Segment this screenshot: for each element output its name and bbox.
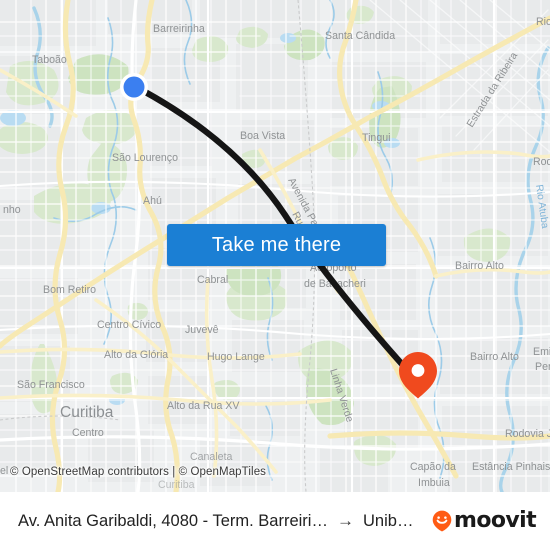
- svg-text:Alto da Rua XV: Alto da Rua XV: [167, 400, 240, 412]
- moovit-logo[interactable]: moovit: [432, 510, 540, 532]
- svg-text:Centro: Centro: [72, 427, 104, 439]
- svg-text:Imbuia: Imbuia: [418, 477, 450, 489]
- svg-text:Taboão: Taboão: [32, 54, 67, 66]
- svg-text:São Francisco: São Francisco: [17, 379, 85, 391]
- svg-text:Juvevê: Juvevê: [185, 324, 219, 336]
- trip-summary[interactable]: Av. Anita Garibaldi, 4080 - Term. Barrei…: [18, 511, 424, 531]
- svg-text:Cabral: Cabral: [197, 274, 228, 286]
- svg-text:Estância Pinhais: Estância Pinhais: [472, 461, 550, 473]
- arrow-right-icon: →: [337, 511, 354, 530]
- svg-text:Bairro Alto: Bairro Alto: [455, 260, 504, 272]
- svg-text:Hugo Lange: Hugo Lange: [207, 351, 265, 363]
- origin-marker: [120, 73, 148, 101]
- svg-text:Santa Cândida: Santa Cândida: [325, 30, 395, 42]
- svg-text:São Lourenço: São Lourenço: [112, 152, 178, 164]
- svg-text:nho: nho: [3, 204, 21, 216]
- svg-text:Peri: Peri: [535, 361, 550, 373]
- svg-text:Canaleta: Canaleta: [190, 451, 233, 463]
- take-me-there-button[interactable]: Take me there: [167, 224, 386, 266]
- svg-text:Rio Verde: Rio Verde: [536, 16, 550, 28]
- svg-text:Rodovia J: Rodovia J: [505, 428, 550, 440]
- svg-text:Alto da Glória: Alto da Glória: [104, 349, 168, 361]
- svg-text:Capão da: Capão da: [410, 461, 456, 473]
- map-attribution: © OpenStreetMap contributors | © OpenMap…: [10, 466, 267, 478]
- svg-text:Bairro Alto: Bairro Alto: [470, 351, 519, 363]
- svg-text:Barreirinha: Barreirinha: [153, 23, 205, 35]
- moovit-map-screen: .bg { fill:#eef0f1; } .block { fill:#e7e…: [0, 0, 550, 550]
- svg-text:Bom Retiro: Bom Retiro: [43, 284, 96, 296]
- trip-origin-label: Av. Anita Garibaldi, 4080 - Term. Barrei…: [18, 512, 328, 530]
- trip-destination-label: Unibr…: [363, 512, 415, 530]
- svg-text:Rodovia: Rodovia: [533, 156, 550, 168]
- svg-text:Ahú: Ahú: [143, 195, 162, 207]
- svg-text:Emil: Emil: [533, 346, 550, 358]
- svg-text:Boa Vista: Boa Vista: [240, 130, 285, 142]
- bottom-trip-bar: Av. Anita Garibaldi, 4080 - Term. Barrei…: [0, 492, 550, 550]
- svg-text:Curitiba: Curitiba: [158, 479, 195, 491]
- svg-text:Curitiba: Curitiba: [60, 404, 114, 421]
- svg-text:Tingui: Tingui: [362, 132, 390, 144]
- moovit-pin-smile-icon: [432, 510, 452, 532]
- svg-text:el: el: [0, 465, 8, 477]
- svg-text:Centro Cívico: Centro Cívico: [97, 319, 161, 331]
- moovit-wordmark: moovit: [454, 508, 537, 533]
